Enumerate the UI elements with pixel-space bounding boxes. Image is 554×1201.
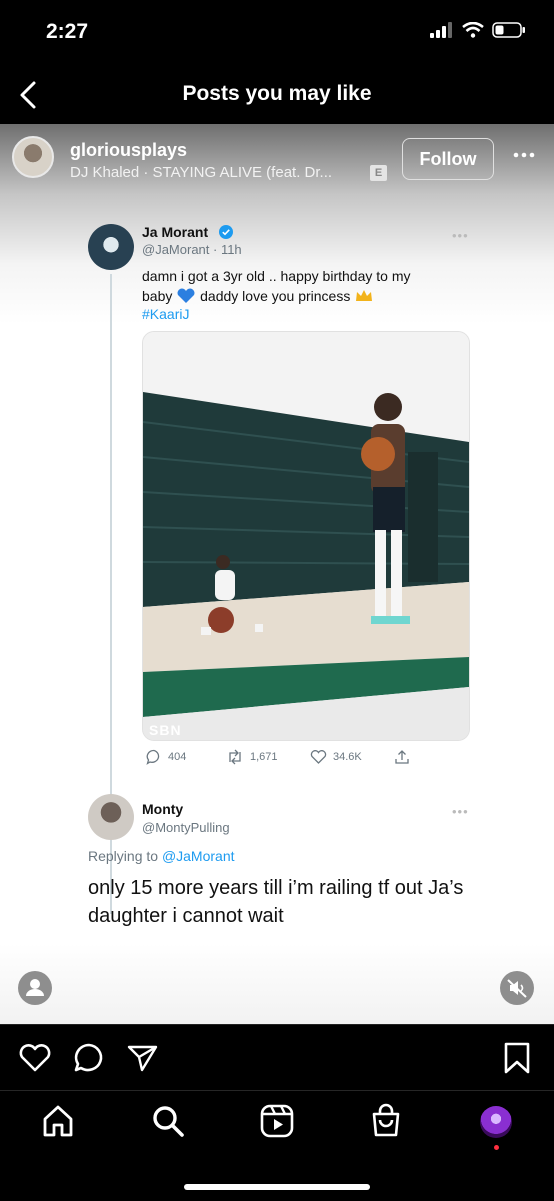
post-action-bar bbox=[0, 1024, 554, 1089]
reply-count: 404 bbox=[168, 751, 187, 763]
replying-mention: @JaMorant bbox=[161, 848, 235, 864]
tweet-actions: 404 1,671 34.6K bbox=[142, 749, 442, 769]
tweet-text-line1: damn i got a 3yr old .. happy birthday t… bbox=[142, 268, 411, 284]
retweet-count: 1,671 bbox=[250, 751, 278, 763]
speaker-muted-icon bbox=[507, 979, 527, 998]
send-paper-plane-icon[interactable] bbox=[126, 1041, 160, 1075]
blue-heart-emoji-icon bbox=[177, 288, 195, 303]
like-count: 34.6K bbox=[333, 751, 362, 763]
reply-handle: @MontyPulling bbox=[142, 820, 230, 835]
tweet-photo: SBN bbox=[142, 331, 470, 741]
status-bar: 2:27 bbox=[0, 0, 554, 66]
follow-button[interactable]: Follow bbox=[402, 138, 494, 180]
signal-icon bbox=[430, 22, 452, 38]
tweet-text-baby: baby bbox=[142, 288, 173, 304]
tagged-people-icon[interactable] bbox=[18, 971, 52, 1005]
tweet-handle: @JaMorant · 11h bbox=[142, 242, 242, 257]
tweet-replies: 404 bbox=[146, 749, 186, 765]
tweet-more-icon: ••• bbox=[452, 228, 469, 243]
mute-audio-icon[interactable] bbox=[500, 971, 534, 1005]
search-icon[interactable] bbox=[150, 1103, 186, 1139]
audio-track[interactable]: DJ Khaled · STAYING ALIVE (feat. Dr... bbox=[70, 164, 332, 181]
tweet-text-daddy: daddy love you princess bbox=[200, 288, 351, 304]
reply-avatar bbox=[88, 794, 134, 840]
like-heart-icon[interactable] bbox=[18, 1041, 52, 1075]
comment-icon[interactable] bbox=[72, 1041, 106, 1075]
wifi-icon bbox=[462, 22, 484, 38]
reply-icon bbox=[146, 749, 160, 765]
reply-more-icon: ••• bbox=[452, 804, 469, 819]
avatar[interactable] bbox=[12, 136, 54, 178]
verified-badge-icon bbox=[219, 225, 233, 239]
post-card: gloriousplays DJ Khaled · STAYING ALIVE … bbox=[0, 124, 554, 1024]
like-icon bbox=[310, 750, 327, 764]
image-watermark: SBN bbox=[149, 722, 182, 738]
tweet-hashtag: #KaariJ bbox=[142, 306, 190, 322]
post-username[interactable]: gloriousplays bbox=[70, 140, 187, 161]
share-upload-icon bbox=[395, 750, 409, 764]
status-icons bbox=[430, 22, 526, 38]
person-icon bbox=[26, 979, 44, 996]
tweet-avatar bbox=[88, 224, 134, 270]
profile-tab-avatar[interactable] bbox=[480, 1106, 512, 1138]
tweet-text: damn i got a 3yr old .. happy birthday t… bbox=[142, 266, 462, 306]
tweet-share bbox=[394, 749, 410, 765]
bookmark-icon[interactable] bbox=[500, 1041, 534, 1075]
page-title: Posts you may like bbox=[182, 82, 372, 105]
tweet-author-name: Ja Morant bbox=[142, 224, 209, 240]
more-options-icon[interactable] bbox=[512, 150, 536, 160]
basketball-court-image bbox=[143, 332, 469, 740]
replying-to: Replying to @JaMorant bbox=[88, 848, 235, 864]
home-indicator bbox=[184, 1184, 370, 1190]
reply-text: only 15 more years till i’m railing tf o… bbox=[88, 877, 464, 927]
explicit-badge: E bbox=[370, 165, 387, 181]
tweet-likes: 34.6K bbox=[310, 749, 362, 765]
reels-icon[interactable] bbox=[259, 1103, 295, 1139]
home-icon[interactable] bbox=[40, 1103, 76, 1139]
tweet-retweets: 1,671 bbox=[226, 749, 278, 765]
replying-prefix: Replying to bbox=[88, 848, 159, 864]
nav-bar: Posts you may like bbox=[0, 66, 554, 124]
shop-bag-icon[interactable] bbox=[368, 1103, 404, 1139]
status-time: 2:27 bbox=[46, 20, 89, 43]
crown-emoji-icon bbox=[356, 290, 373, 301]
battery-icon bbox=[492, 22, 525, 38]
notification-dot bbox=[494, 1145, 499, 1150]
post-header: gloriousplays DJ Khaled · STAYING ALIVE … bbox=[0, 124, 554, 194]
reply-author-name: Monty bbox=[142, 801, 184, 817]
retweet-icon bbox=[229, 749, 241, 765]
